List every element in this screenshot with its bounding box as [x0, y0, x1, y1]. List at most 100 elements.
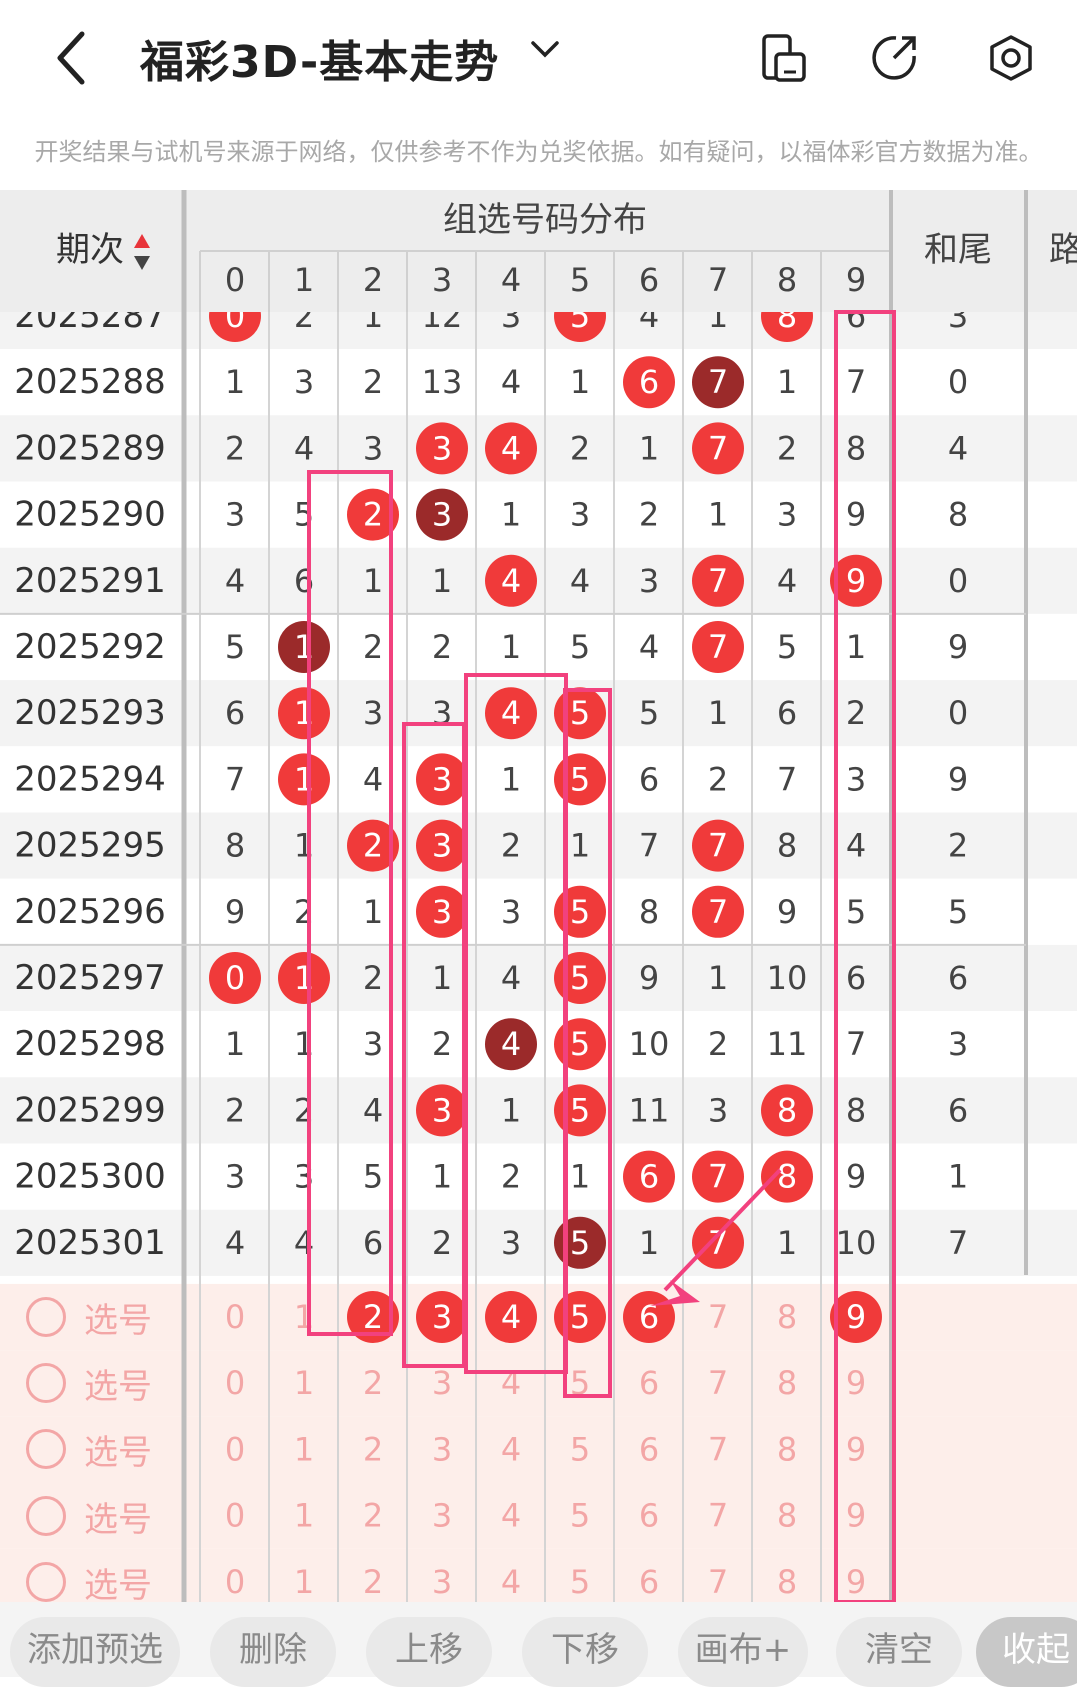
sum-tail-cell: 2	[948, 827, 968, 865]
miss-count: 6	[363, 1224, 383, 1262]
select-digit: 0	[225, 1298, 245, 1336]
trend-table: 2025287 0 2 1 12 3 5 4 1 8 6 32025288 1 3 2 13 4 1 6 7 1 7 020…	[0, 190, 1077, 1604]
miss-count: 4	[777, 562, 797, 600]
miss-count: 2	[432, 1224, 452, 1262]
period-cell: 2025290	[14, 495, 165, 535]
hit-number: 3	[432, 429, 452, 467]
sum-tail-cell: 6	[948, 959, 968, 997]
miss-count: 6	[225, 694, 245, 732]
miss-count: 3	[501, 1224, 521, 1262]
hit-number: 8	[777, 1091, 797, 1129]
period-cell: 2025301	[14, 1223, 165, 1263]
select-digit: 1	[294, 1298, 314, 1336]
digit-header: 3	[432, 261, 452, 299]
period-cell: 2025289	[14, 428, 165, 468]
miss-count: 2	[363, 363, 383, 401]
miss-count: 1	[363, 893, 383, 931]
select-digit: 5	[570, 1563, 590, 1601]
hit-number: 3	[432, 893, 452, 931]
miss-count: 2	[432, 1025, 452, 1063]
miss-count: 3	[363, 429, 383, 467]
select-digit: 4	[501, 1364, 521, 1402]
miss-count: 3	[777, 496, 797, 534]
hit-number: 3	[432, 1091, 452, 1129]
hit-number: 3	[432, 496, 452, 534]
select-digit: 2	[363, 1430, 383, 1468]
select-digit: 8	[777, 1298, 797, 1336]
hit-number: 4	[501, 429, 521, 467]
hit-number: 7	[708, 363, 728, 401]
miss-count: 2	[846, 694, 866, 732]
select-digit: 3	[432, 1563, 452, 1601]
miss-count: 2	[432, 628, 452, 666]
miss-count: 1	[708, 694, 728, 732]
miss-count: 4	[225, 562, 245, 600]
miss-count: 5	[846, 893, 866, 931]
select-row-label: 选号	[84, 1433, 152, 1474]
miss-count: 3	[225, 496, 245, 534]
miss-count: 5	[639, 694, 659, 732]
miss-count: 1	[432, 959, 452, 997]
miss-count: 4	[639, 628, 659, 666]
picked-digit: 6	[639, 1298, 659, 1336]
miss-count: 2	[363, 959, 383, 997]
hit-number: 6	[639, 1158, 659, 1196]
select-digit: 8	[777, 1563, 797, 1601]
select-digit: 8	[777, 1430, 797, 1468]
hit-number: 6	[639, 363, 659, 401]
miss-count: 8	[777, 827, 797, 865]
miss-count: 1	[639, 1224, 659, 1262]
hit-number: 1	[294, 628, 314, 666]
miss-count: 3	[225, 1158, 245, 1196]
select-row-label: 选号	[84, 1301, 152, 1341]
miss-count: 1	[708, 496, 728, 534]
select-digit: 0	[225, 1430, 245, 1468]
select-digit: 8	[777, 1497, 797, 1535]
miss-count: 10	[629, 1025, 670, 1063]
select-row-label: 选号	[84, 1565, 152, 1606]
period-cell: 2025293	[14, 693, 165, 733]
sum-tail-header: 和尾	[924, 230, 992, 270]
miss-count: 7	[846, 1025, 866, 1063]
select-row-radio[interactable]	[26, 1363, 66, 1404]
miss-count: 8	[846, 1091, 866, 1129]
select-row-radio[interactable]	[26, 1297, 66, 1337]
miss-count: 5	[225, 628, 245, 666]
miss-count: 6	[846, 959, 866, 997]
digit-header: 4	[501, 261, 521, 299]
select-row-radio[interactable]	[26, 1495, 66, 1536]
miss-count: 8	[846, 429, 866, 467]
miss-count: 1	[501, 496, 521, 534]
miss-count: 3	[570, 496, 590, 534]
miss-count: 3	[294, 1158, 314, 1196]
sum-tail-cell: 3	[948, 1025, 968, 1063]
miss-count: 6	[294, 562, 314, 600]
hit-number: 5	[570, 1091, 590, 1129]
select-digit: 2	[363, 1497, 383, 1535]
select-digit: 1	[294, 1563, 314, 1601]
miss-count: 2	[294, 893, 314, 931]
hit-number: 7	[708, 827, 728, 865]
miss-count: 7	[777, 760, 797, 798]
hit-number: 5	[570, 760, 590, 798]
select-row-radio[interactable]	[26, 1561, 66, 1602]
miss-count: 13	[422, 363, 463, 401]
select-digit: 7	[708, 1430, 728, 1468]
hit-number: 3	[432, 827, 452, 865]
sum-tail-cell: 0	[948, 694, 968, 732]
miss-count: 6	[777, 694, 797, 732]
sum-tail-cell: 6	[948, 1091, 968, 1129]
hit-number: 3	[432, 760, 452, 798]
miss-count: 6	[639, 760, 659, 798]
select-digit: 7	[708, 1298, 728, 1336]
select-row-bg	[0, 1350, 1077, 1417]
miss-count: 7	[639, 827, 659, 865]
hit-number: 1	[294, 760, 314, 798]
select-digit: 0	[225, 1364, 245, 1402]
miss-count: 3	[294, 363, 314, 401]
miss-count: 1	[570, 1158, 590, 1196]
sum-tail-cell: 0	[948, 363, 968, 401]
select-row-label: 选号	[84, 1367, 152, 1408]
group-header: 组选号码分布	[443, 200, 647, 240]
select-digit: 9	[846, 1364, 866, 1402]
